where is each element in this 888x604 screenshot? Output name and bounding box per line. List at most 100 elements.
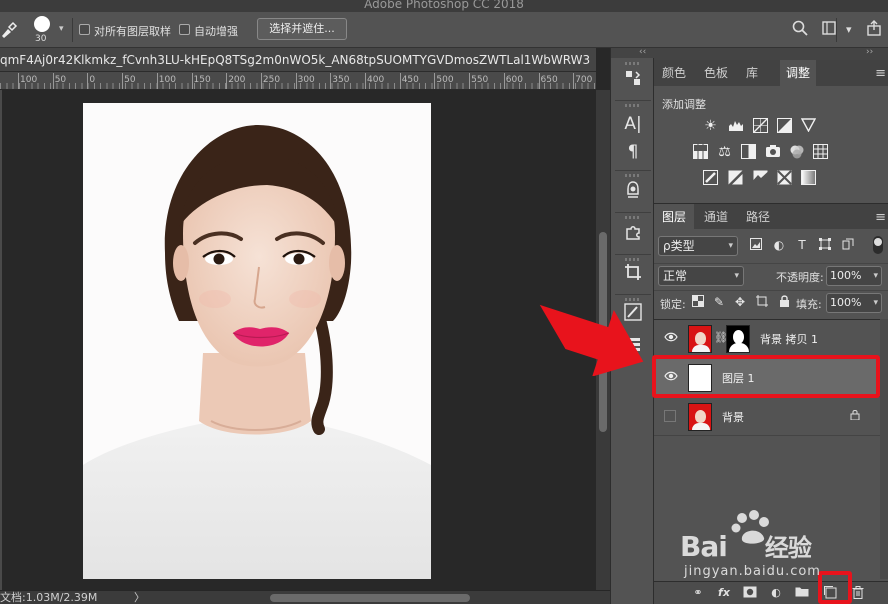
lock-artboard-icon[interactable] <box>755 295 769 309</box>
threshold-icon[interactable] <box>752 170 769 187</box>
options-divider-right <box>836 18 837 42</box>
color-balance-icon[interactable]: ⚖ <box>716 144 733 161</box>
crop-tool-icon[interactable] <box>617 262 649 290</box>
ruler-label: 150 <box>193 75 211 85</box>
curves-icon[interactable] <box>752 118 769 135</box>
opacity-label: 不透明度: <box>776 271 824 284</box>
brush-preview[interactable] <box>34 16 50 32</box>
hue-saturation-icon[interactable] <box>692 144 709 161</box>
tab-swatches[interactable]: 色板 <box>696 60 736 86</box>
canvas-area[interactable] <box>0 90 596 590</box>
character-panel-icon[interactable]: A| <box>617 110 649 138</box>
selective-color-icon[interactable] <box>776 170 793 187</box>
tab-channels[interactable]: 通道 <box>696 204 736 230</box>
app-title: Adobe Photoshop CC 2018 <box>364 0 524 11</box>
fill-input[interactable]: 100% ▾ <box>826 293 882 313</box>
filter-type-icon[interactable]: T <box>795 238 809 252</box>
posterize-icon[interactable] <box>727 170 744 187</box>
red-arrow-annotation <box>539 304 644 376</box>
quick-selection-tool-icon[interactable] <box>0 20 18 40</box>
brightness-contrast-icon[interactable]: ☀ <box>702 118 719 135</box>
ruler-major-tick <box>399 73 401 89</box>
document-canvas-photo[interactable] <box>83 103 431 579</box>
strip-grip[interactable] <box>625 62 641 65</box>
tab-color[interactable]: 颜色 <box>654 60 694 86</box>
ruler-major-tick <box>503 73 505 89</box>
horizontal-ruler[interactable]: 100 50 0 50 100 150 200 250 300 350 400 450 500 550 60… <box>0 72 596 90</box>
plugins-panel-icon[interactable] <box>617 222 649 250</box>
layer-name: 背景 拷贝 1 <box>760 333 818 346</box>
watermark-brand-suffix: 经验 <box>764 534 812 562</box>
lock-transparent-pixels-icon[interactable] <box>691 295 705 309</box>
chevron-down-icon: ▾ <box>734 271 739 281</box>
tab-adjustments[interactable]: 调整 <box>780 60 816 86</box>
filter-toggle[interactable] <box>873 236 883 254</box>
exposure-icon[interactable] <box>776 118 793 135</box>
workspace-chevron-icon[interactable]: ▾ <box>846 23 852 36</box>
chevron-down-icon: ▾ <box>728 241 733 251</box>
workspace-icon[interactable] <box>822 20 836 40</box>
thumb-shirt <box>692 345 710 352</box>
opacity-value: 100% <box>830 269 862 282</box>
sample-all-layers-label: 对所有图层取样 <box>94 25 171 38</box>
ruler-major-tick <box>52 73 54 89</box>
filter-adjustment-icon[interactable]: ◐ <box>772 238 786 252</box>
filter-kind-select[interactable]: ρ类型 ▾ <box>658 236 738 256</box>
lock-image-pixels-icon[interactable]: ✎ <box>712 295 726 309</box>
layer-filter-row: ρ类型 ▾ ◐ T <box>654 234 888 258</box>
paragraph-panel-icon[interactable]: ¶ <box>617 138 649 166</box>
adjustments-tab-bar: 颜色 色板 库 调整 ≡ <box>654 60 888 86</box>
filter-shape-icon[interactable] <box>818 238 832 252</box>
strip-grip[interactable] <box>625 104 641 107</box>
layer-mask-thumbnail[interactable] <box>726 325 750 353</box>
photo-filter-icon[interactable] <box>764 144 781 161</box>
horizontal-scroll-thumb[interactable] <box>270 594 470 602</box>
search-icon[interactable] <box>792 20 808 40</box>
document-tab[interactable]: qmF4Aj0r42Klkmkz_fCvnh3LU-kHEpQ8TSg2m0nW… <box>0 48 596 72</box>
tab-libraries[interactable]: 库 <box>738 60 766 86</box>
brush-picker-chevron-icon[interactable]: ▾ <box>59 24 64 34</box>
select-and-mask-button[interactable]: 选择并遮住... <box>257 18 347 40</box>
layers-panel-menu-icon[interactable]: ≡ <box>875 210 886 225</box>
tab-paths[interactable]: 路径 <box>738 204 778 230</box>
black-white-icon[interactable] <box>740 144 757 161</box>
auto-enhance-checkbox[interactable] <box>179 24 190 35</box>
gradient-map-icon[interactable] <box>800 170 817 187</box>
lock-position-icon[interactable]: ✥ <box>733 295 747 309</box>
app-title-bar: Adobe Photoshop CC 2018 <box>0 0 888 12</box>
visibility-eye-icon[interactable] <box>664 332 678 346</box>
strip-grip[interactable] <box>625 258 641 261</box>
invert-icon[interactable] <box>702 170 719 187</box>
panel-collapse-icon[interactable]: ›› <box>866 47 873 57</box>
levels-icon[interactable] <box>727 118 744 135</box>
visibility-toggle-off[interactable] <box>664 410 676 422</box>
filter-pixel-icon[interactable] <box>749 238 763 252</box>
layer-row-background[interactable]: 背景 <box>654 398 880 436</box>
panel-menu-icon[interactable]: ≡ <box>875 66 886 81</box>
opacity-input[interactable]: 100% ▾ <box>826 266 882 286</box>
sample-all-layers-checkbox[interactable] <box>79 24 90 35</box>
blend-mode-select[interactable]: 正常 ▾ <box>658 266 744 286</box>
tab-layers[interactable]: 图层 <box>654 204 694 230</box>
status-menu-arrow[interactable]: 〉 <box>134 591 145 604</box>
collapse-chevrons-icon[interactable]: ‹‹ <box>639 47 646 57</box>
strip-divider <box>615 212 651 213</box>
share-icon[interactable] <box>866 20 882 40</box>
layer-row-background-copy[interactable]: ⛓ 背景 拷贝 1 <box>654 320 880 358</box>
options-divider <box>72 18 73 42</box>
strip-grip[interactable] <box>625 174 641 177</box>
strip-header: ‹‹ <box>611 47 655 58</box>
strip-grip[interactable] <box>625 216 641 219</box>
vertical-ruler[interactable] <box>0 90 2 590</box>
channel-mixer-icon[interactable] <box>788 144 805 161</box>
filter-smart-object-icon[interactable] <box>841 238 855 252</box>
vibrance-icon[interactable] <box>800 118 817 135</box>
trash-icon[interactable] <box>850 586 866 600</box>
history-panel-icon[interactable] <box>617 68 649 96</box>
layers-scrollbar[interactable] <box>880 319 888 579</box>
lock-all-icon[interactable] <box>777 295 791 309</box>
document-tab-title: qmF4Aj0r42Klkmkz_fCvnh3LU-kHEpQ8TSg2m0nW… <box>0 53 591 67</box>
properties-panel-icon[interactable] <box>617 180 649 208</box>
ruler-label: 50 <box>124 75 136 85</box>
color-lookup-icon[interactable] <box>812 144 829 161</box>
